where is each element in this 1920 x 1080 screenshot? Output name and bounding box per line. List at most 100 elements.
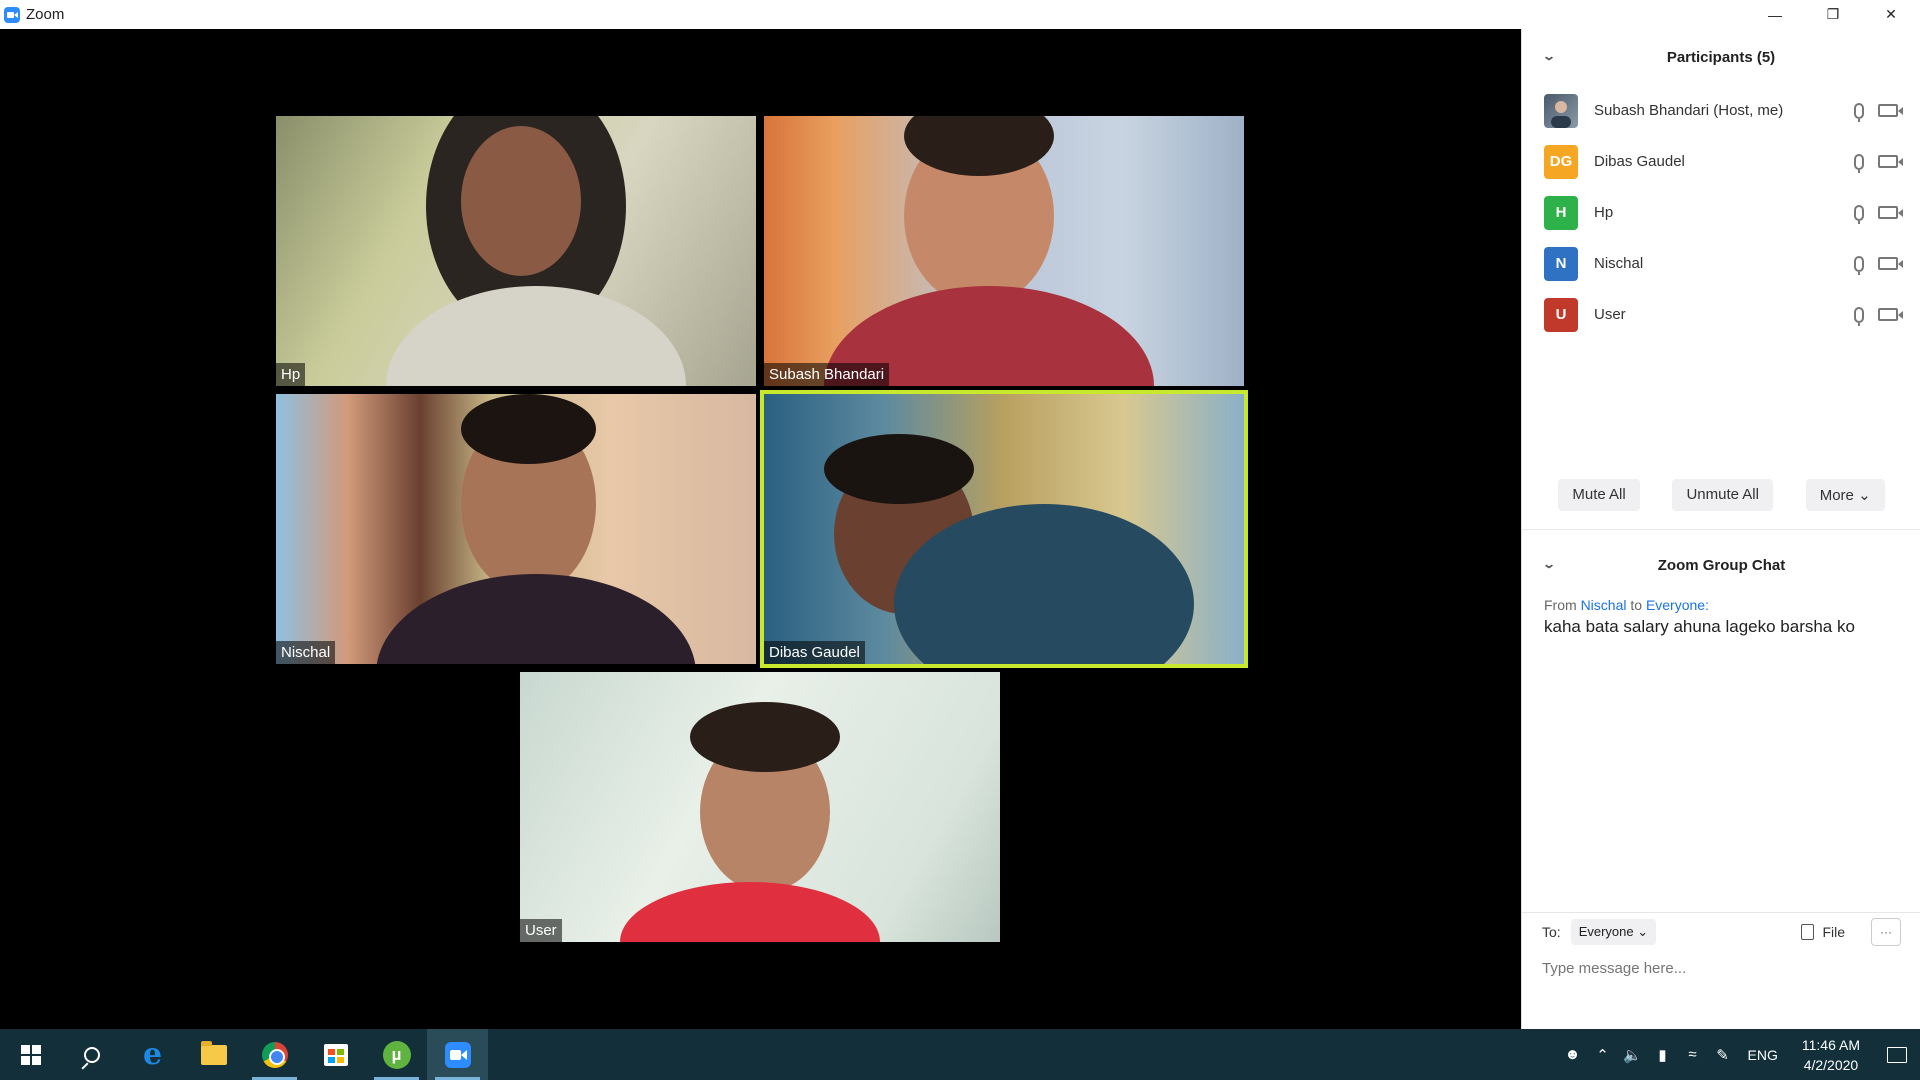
- chevron-down-icon: ⌄: [1637, 924, 1649, 939]
- avatar: H: [1544, 195, 1578, 230]
- video-camera-icon[interactable]: [1878, 155, 1903, 168]
- participant-row[interactable]: Subash Bhandari (Host, me): [1544, 85, 1903, 136]
- more-label: More: [1819, 487, 1854, 504]
- recipient-dropdown[interactable]: Everyone ⌄: [1570, 919, 1657, 945]
- video-tile[interactable]: Subash Bhandari: [764, 116, 1244, 386]
- minimize-button[interactable]: —: [1746, 0, 1804, 29]
- more-options-icon[interactable]: ···: [1871, 918, 1901, 946]
- video-camera-icon[interactable]: [1878, 308, 1903, 321]
- taskbar: e µ ☻ ⌃ 🔈 ▮ ≈ ✎ ENG 11:46 AM 4/2/2020: [0, 1029, 1920, 1080]
- video-tile[interactable]: Hp: [276, 116, 756, 386]
- video-name-label: Subash Bhandari: [764, 363, 890, 386]
- to-label: To:: [1542, 924, 1561, 940]
- window-controls: — ❐ ✕: [1746, 0, 1920, 29]
- store-icon: [323, 1043, 348, 1066]
- taskbar-chrome[interactable]: [244, 1029, 305, 1080]
- mute-all-button[interactable]: Mute All: [1558, 479, 1640, 511]
- participant-name: Dibas Gaudel: [1594, 153, 1685, 170]
- sidebar-panel: ⌄ Participants (5) Subash Bhandari (Host…: [1521, 29, 1920, 1029]
- video-camera-icon[interactable]: [1878, 104, 1903, 117]
- recipient-link[interactable]: Everyone:: [1646, 597, 1709, 613]
- clock[interactable]: 11:46 AM 4/2/2020: [1788, 1035, 1874, 1075]
- more-button[interactable]: More ⌄: [1805, 479, 1885, 511]
- title-bar: Zoom — ❐ ✕: [0, 0, 1920, 29]
- file-button[interactable]: File: [1801, 924, 1845, 940]
- restore-button[interactable]: ❐: [1804, 0, 1862, 29]
- avatar: [1544, 93, 1578, 128]
- participants-header: ⌄ Participants (5): [1522, 29, 1920, 85]
- zoom-app-icon: [4, 6, 20, 23]
- participant-name: Nischal: [1594, 255, 1644, 272]
- video-tile[interactable]: Nischal: [276, 394, 756, 664]
- search-button[interactable]: [61, 1029, 122, 1080]
- avatar: DG: [1544, 144, 1578, 179]
- taskbar-file-explorer[interactable]: [183, 1029, 244, 1080]
- participants-title: Participants (5): [1666, 48, 1776, 66]
- clock-time: 11:46 AM: [1801, 1036, 1860, 1053]
- chat-title: Zoom Group Chat: [1657, 556, 1786, 574]
- microphone-icon[interactable]: [1854, 255, 1864, 275]
- participant-name: Hp: [1594, 204, 1614, 221]
- video-name-label: Nischal: [276, 641, 336, 664]
- language-indicator[interactable]: ENG: [1738, 1047, 1788, 1063]
- participant-row[interactable]: U User: [1544, 289, 1903, 340]
- video-name-label: Dibas Gaudel: [764, 641, 865, 664]
- chat-input-area: To: Everyone ⌄ File ···: [1522, 914, 1920, 977]
- taskbar-edge[interactable]: e: [122, 1029, 183, 1080]
- volume-icon[interactable]: 🔈: [1618, 1029, 1648, 1080]
- participant-row[interactable]: H Hp: [1544, 187, 1903, 238]
- video-name-label: Hp: [276, 363, 306, 386]
- edge-browser-icon: e: [142, 1036, 163, 1072]
- participant-name: User: [1594, 306, 1626, 323]
- notification-icon: [1887, 1046, 1907, 1063]
- message-input[interactable]: [1542, 960, 1901, 977]
- taskbar-zoom[interactable]: [427, 1029, 488, 1080]
- start-button[interactable]: [0, 1029, 61, 1080]
- recipient-row: To: Everyone ⌄ File ···: [1542, 914, 1901, 950]
- battery-icon[interactable]: ▮: [1648, 1029, 1678, 1080]
- chat-message-text: kaha bata salary ahuna lageko barsha ko: [1544, 617, 1855, 636]
- windows-logo-icon: [20, 1044, 41, 1065]
- chat-message: From Nischal to Everyone: kaha bata sala…: [1522, 593, 1920, 641]
- chevron-down-icon: ⌄: [1858, 487, 1871, 504]
- participant-row[interactable]: N Nischal: [1544, 238, 1903, 289]
- chevron-down-icon[interactable]: ⌄: [1542, 557, 1556, 571]
- microphone-icon[interactable]: [1854, 153, 1864, 173]
- taskbar-store[interactable]: [305, 1029, 366, 1080]
- avatar: N: [1544, 246, 1578, 281]
- microphone-icon[interactable]: [1854, 306, 1864, 326]
- sender-link[interactable]: Nischal: [1581, 597, 1627, 613]
- participant-row[interactable]: DG Dibas Gaudel: [1544, 136, 1903, 187]
- video-camera-icon[interactable]: [1878, 257, 1903, 270]
- wifi-icon[interactable]: ≈: [1678, 1029, 1708, 1080]
- pen-icon[interactable]: ✎: [1708, 1029, 1738, 1080]
- video-tile-active-speaker[interactable]: Dibas Gaudel: [760, 390, 1248, 668]
- video-name-label: User: [520, 919, 562, 942]
- avatar: U: [1544, 297, 1578, 332]
- chevron-down-icon[interactable]: ⌄: [1542, 49, 1556, 63]
- divider: [1522, 529, 1920, 530]
- chat-header: ⌄ Zoom Group Chat: [1522, 537, 1920, 593]
- utorrent-icon: µ: [382, 1040, 411, 1069]
- folder-icon: [200, 1040, 227, 1065]
- close-button[interactable]: ✕: [1862, 0, 1920, 29]
- user-photo-icon: [1551, 100, 1571, 128]
- divider: [1522, 912, 1920, 913]
- window-title: Zoom: [26, 6, 65, 23]
- notification-button[interactable]: [1874, 1029, 1920, 1080]
- chrome-icon: [261, 1041, 288, 1068]
- taskbar-utorrent[interactable]: µ: [366, 1029, 427, 1080]
- recipient-value: Everyone: [1578, 924, 1634, 939]
- chevron-up-icon[interactable]: ⌃: [1588, 1029, 1618, 1080]
- chat-message-meta: From Nischal to Everyone:: [1544, 597, 1899, 613]
- microphone-icon[interactable]: [1854, 102, 1864, 122]
- chat-section: ⌄ Zoom Group Chat From Nischal to Everyo…: [1522, 537, 1920, 641]
- video-tile[interactable]: User: [520, 672, 1000, 942]
- participants-list: Subash Bhandari (Host, me) DG Dibas Gaud…: [1522, 85, 1920, 340]
- from-label: From: [1544, 597, 1577, 613]
- microphone-icon[interactable]: [1854, 204, 1864, 224]
- unmute-all-button[interactable]: Unmute All: [1672, 479, 1773, 511]
- people-icon[interactable]: ☻: [1558, 1029, 1588, 1080]
- video-camera-icon[interactable]: [1878, 206, 1903, 219]
- search-icon: [83, 1046, 100, 1063]
